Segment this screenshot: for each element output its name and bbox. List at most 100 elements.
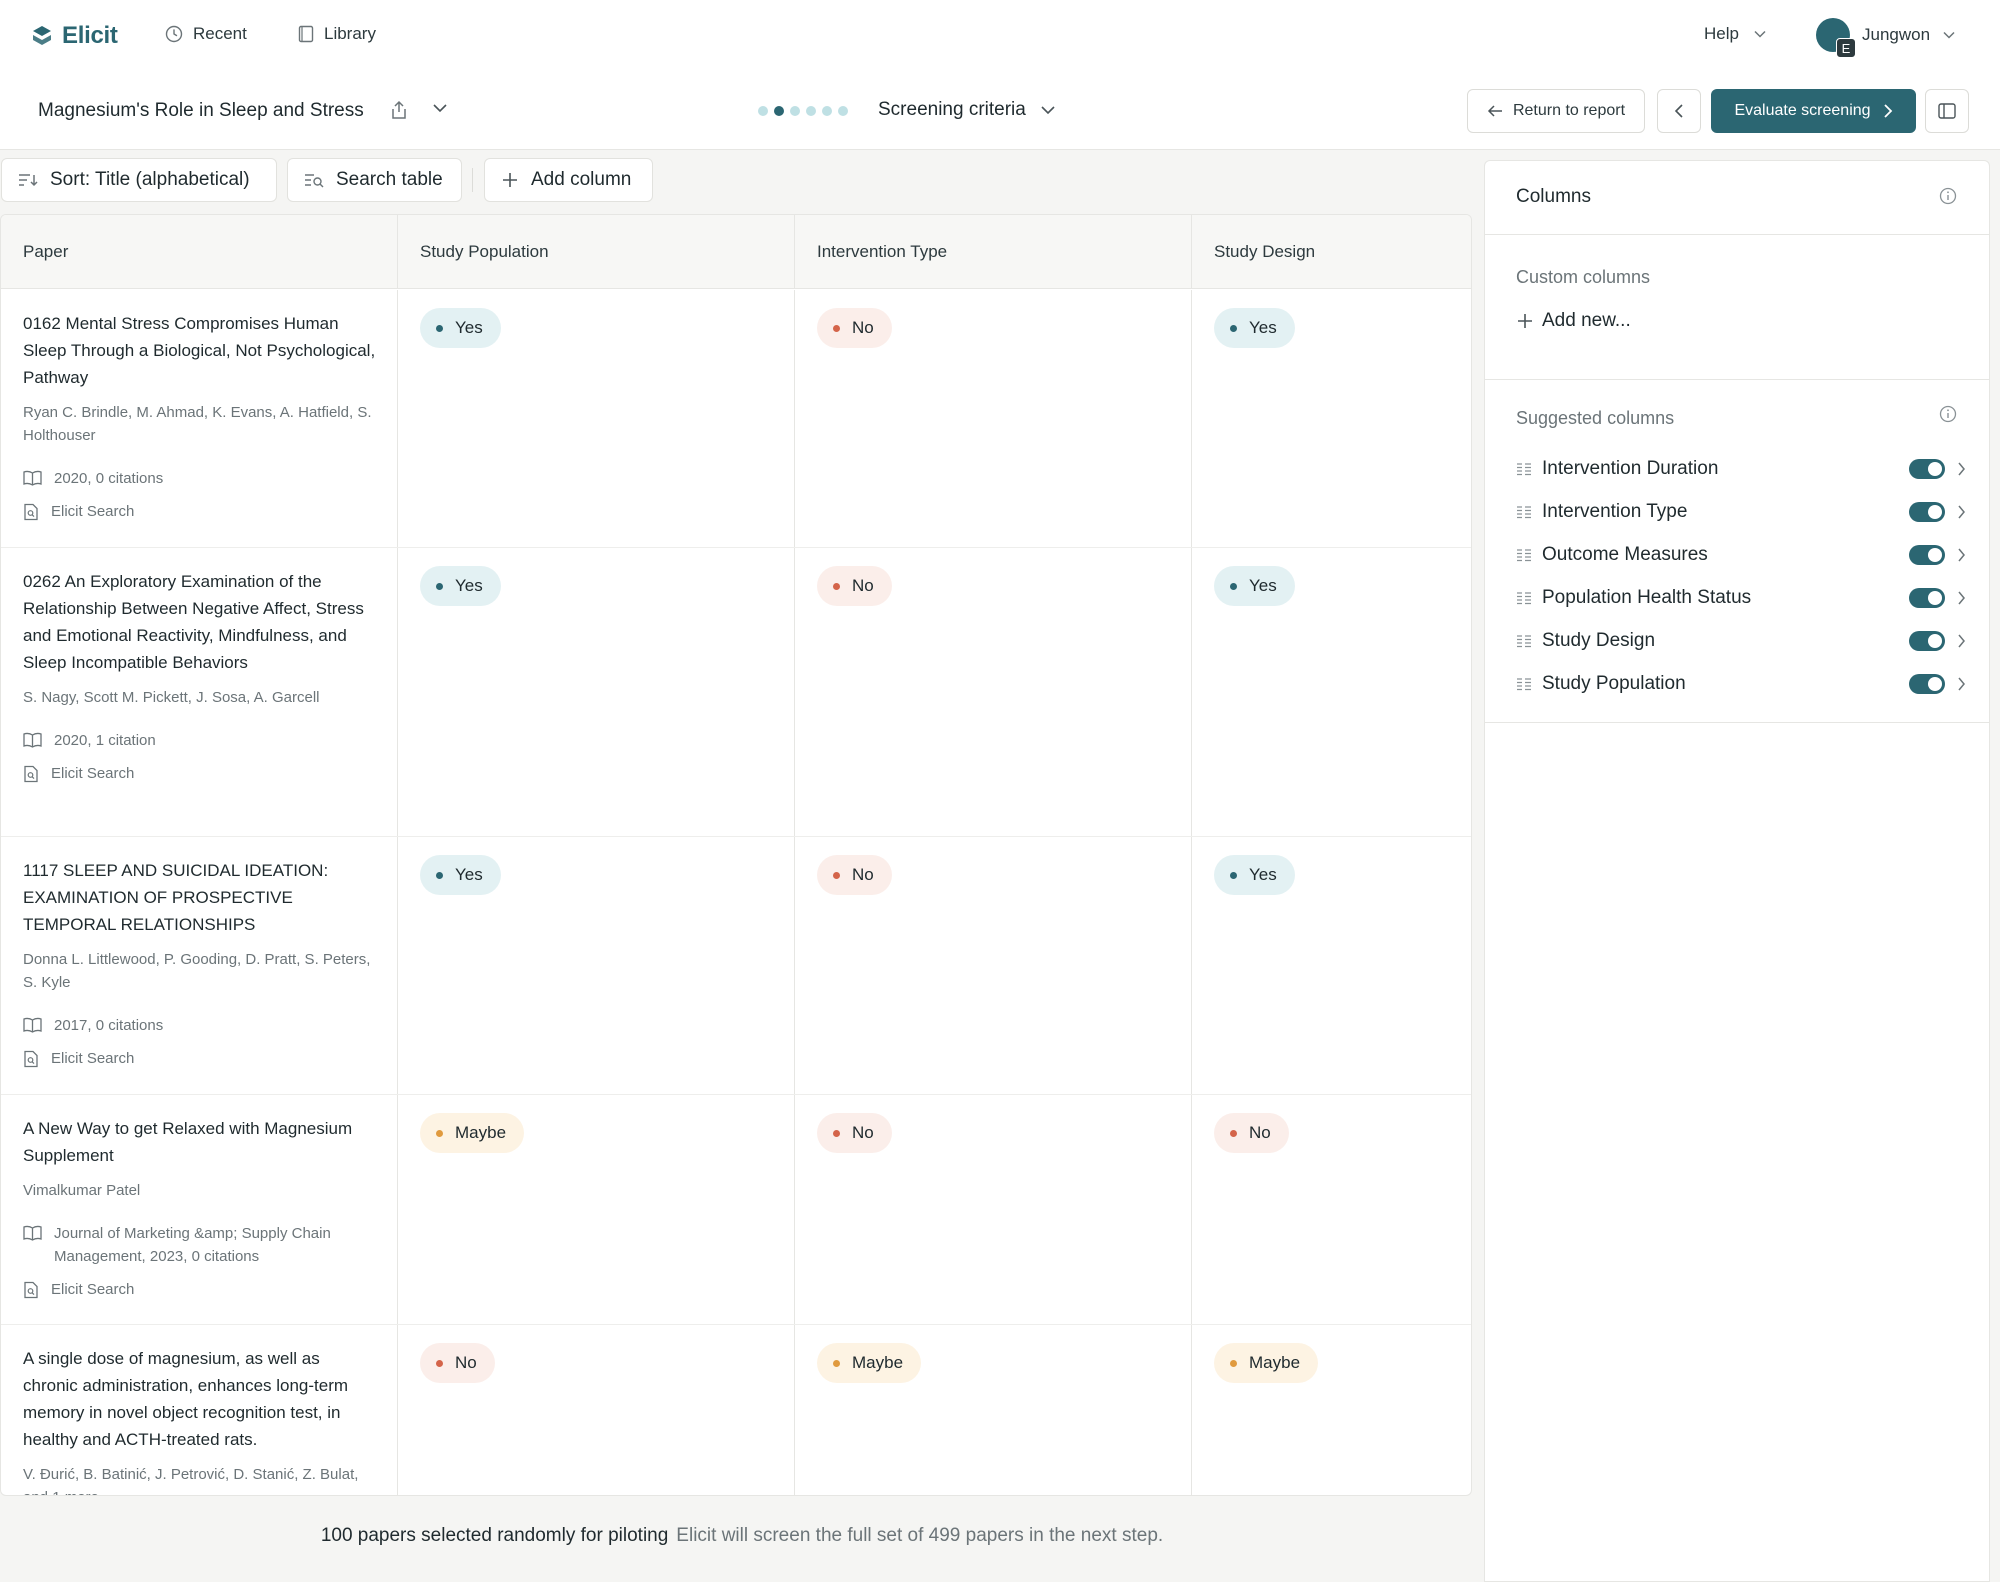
paper-meta-text: 2020, 1 citation [54,732,156,749]
status-badge[interactable]: Yes [1214,566,1295,606]
header-study-population[interactable]: Study Population [398,215,795,289]
paper-title[interactable]: A single dose of magnesium, as well as c… [23,1345,377,1453]
paper-title[interactable]: 0162 Mental Stress Compromises Human Sle… [23,310,377,391]
column-toggle[interactable] [1909,631,1945,651]
status-badge[interactable]: No [817,855,892,895]
step-dot-2[interactable] [774,106,784,116]
status-badge[interactable]: Yes [420,566,501,606]
chevron-right-icon[interactable] [1957,590,1966,606]
chevron-right-icon[interactable] [1957,633,1966,649]
status-label: Yes [1249,318,1277,337]
previous-step-button[interactable] [1657,89,1701,133]
chevron-right-icon[interactable] [1957,461,1966,477]
project-title[interactable]: Magnesium's Role in Sleep and Stress [38,100,364,122]
status-badge[interactable]: Maybe [817,1343,922,1383]
step-dot-5[interactable] [822,106,832,116]
status-badge[interactable]: Maybe [420,1113,525,1153]
column-toggle[interactable] [1909,545,1945,565]
chevron-right-icon[interactable] [1957,504,1966,520]
add-column-button[interactable]: Add column [484,158,653,202]
column-toggle[interactable] [1909,674,1945,694]
suggested-column-item[interactable]: Study Design [1516,620,1966,662]
chevron-right-icon[interactable] [1957,676,1966,692]
toggle-sidebar-button[interactable] [1925,89,1969,133]
search-table-button[interactable]: Search table [287,158,462,202]
header-study-design[interactable]: Study Design [1192,215,1471,289]
paper-source-text: Elicit Search [51,765,135,782]
step-dot-4[interactable] [806,106,816,116]
suggested-column-item[interactable]: Study Population [1516,663,1966,705]
toolbar-divider [472,168,473,192]
status-badge[interactable]: No [817,1113,892,1153]
header-paper[interactable]: Paper [1,215,398,289]
paper-source-text: Elicit Search [51,1281,135,1298]
suggested-column-label: Study Population [1542,673,1686,694]
elicit-logo[interactable]: Elicit [32,22,118,50]
paper-title[interactable]: A New Way to get Relaxed with Magnesium … [23,1115,377,1169]
nav-recent-label: Recent [193,24,247,43]
user-menu[interactable]: E Jungwon [1816,18,1956,58]
status-badge[interactable]: No [817,566,892,606]
nav-recent[interactable]: Recent [165,24,247,44]
panel-title: Columns [1516,186,1591,207]
header-intervention-type[interactable]: Intervention Type [795,215,1192,289]
info-icon[interactable] [1939,405,1957,423]
paper-source: Elicit Search [23,1278,377,1301]
status-dot [436,1359,443,1367]
column-toggle[interactable] [1909,502,1945,522]
sort-button[interactable]: Sort: Title (alphabetical) [1,158,277,202]
step-dot-1[interactable] [758,106,768,116]
column-toggle[interactable] [1909,459,1945,479]
table-row[interactable]: 0162 Mental Stress Compromises Human Sle… [1,290,1471,548]
table-row[interactable]: 0262 An Exploratory Examination of the R… [1,548,1471,837]
step-dot-6[interactable] [838,106,848,116]
custom-columns-label: Custom columns [1516,267,1651,287]
step-dot-3[interactable] [790,106,800,116]
status-badge[interactable]: Yes [420,855,501,895]
paper-authors: S. Nagy, Scott M. Pickett, J. Sosa, A. G… [23,689,320,706]
table-columns-icon [1516,462,1532,476]
help-menu[interactable]: Help [1704,24,1767,44]
chevron-down-icon [1942,30,1956,40]
table-row[interactable]: A New Way to get Relaxed with Magnesium … [1,1095,1471,1325]
paper-meta: Journal of Marketing &amp; Supply Chain … [23,1222,377,1268]
status-badge[interactable]: Yes [1214,308,1295,348]
return-to-report-button[interactable]: Return to report [1467,89,1645,133]
suggested-column-item[interactable]: Intervention Duration [1516,448,1966,490]
status-badge[interactable]: Maybe [1214,1343,1319,1383]
status-dot [436,324,443,332]
design-cell: Yes [1192,290,1471,547]
suggested-column-item[interactable]: Intervention Type [1516,491,1966,533]
status-dot [833,582,840,590]
status-label: Maybe [455,1123,507,1142]
table-row[interactable]: 1117 SLEEP AND SUICIDAL IDEATION: EXAMIN… [1,837,1471,1095]
status-badge[interactable]: No [420,1343,495,1383]
column-toggle[interactable] [1909,588,1945,608]
pilot-note: 100 papers selected randomly for pilotin… [0,1525,1484,1547]
paper-title[interactable]: 1117 SLEEP AND SUICIDAL IDEATION: EXAMIN… [23,857,377,938]
suggested-column-item[interactable]: Outcome Measures [1516,534,1966,576]
add-new-column-button[interactable]: Add new... [1516,310,1631,332]
share-icon[interactable] [390,100,408,120]
chevron-down-icon [1040,104,1056,116]
table-columns-icon [1516,505,1532,519]
chevron-down-icon[interactable] [432,102,448,114]
evaluate-screening-button[interactable]: Evaluate screening [1711,89,1916,133]
nav-library[interactable]: Library [298,24,376,44]
suggested-column-label: Study Design [1542,630,1656,651]
chevron-right-icon[interactable] [1957,547,1966,563]
status-badge[interactable]: No [1214,1113,1289,1153]
step-selector[interactable]: Screening criteria [878,99,1056,121]
status-label: No [1249,1123,1271,1142]
status-badge[interactable]: Yes [420,308,501,348]
status-dot [436,871,443,879]
status-badge[interactable]: Yes [1214,855,1295,895]
paper-title[interactable]: 0262 An Exploratory Examination of the R… [23,568,377,676]
info-icon[interactable] [1939,187,1957,205]
table-row[interactable]: A single dose of magnesium, as well as c… [1,1325,1471,1495]
status-label: Maybe [1249,1353,1301,1372]
status-badge[interactable]: No [817,308,892,348]
suggested-column-item[interactable]: Population Health Status [1516,577,1966,619]
open-book-icon [23,1014,42,1033]
open-book-icon [23,467,42,486]
